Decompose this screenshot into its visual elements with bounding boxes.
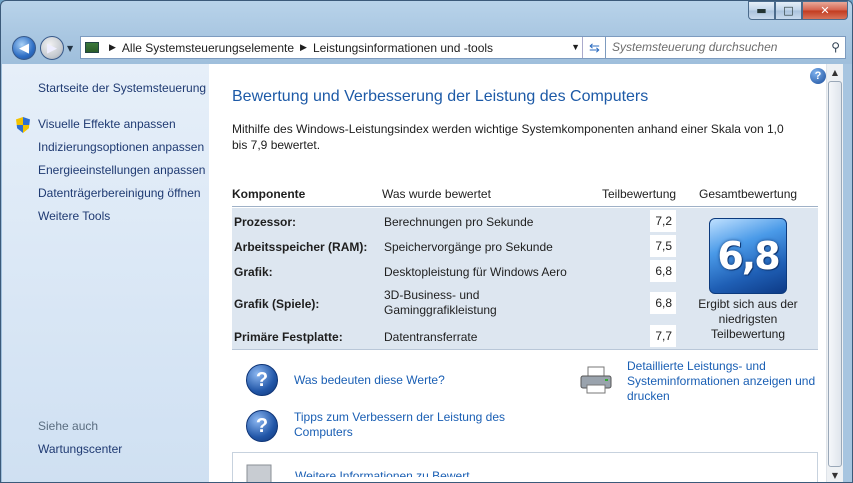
header-component: Komponente (232, 187, 306, 201)
sidebar-item-visual-effects[interactable]: Visuelle Effekte anpassen (38, 117, 176, 131)
help-icon[interactable]: ? (810, 68, 826, 84)
minimize-button[interactable]: ▬ (748, 1, 775, 20)
table-header: Komponente Was wurde bewertet Teilbewert… (232, 178, 818, 207)
refresh-icon: ⇆ (589, 39, 600, 55)
see-also-heading: Siehe auch (38, 419, 99, 433)
row-component: Prozessor: (234, 215, 297, 229)
control-panel-icon (85, 42, 99, 53)
refresh-button[interactable]: ⇆ (582, 37, 606, 58)
row-what-line2: Gaminggrafikleistung (384, 303, 497, 317)
row-score: 6,8 (650, 260, 676, 282)
row-score: 7,7 (650, 325, 676, 347)
base-score-caption: Ergibt sich aus der niedrigsten Teilbewe… (698, 297, 798, 341)
sidebar: Startseite der Systemsteuerung Visuelle … (2, 64, 209, 482)
search-icon[interactable]: ⚲ (831, 40, 840, 54)
row-what: Berechnungen pro Sekunde (384, 215, 534, 229)
search-input[interactable]: Systemsteuerung durchsuchen ⚲ (605, 36, 846, 59)
scroll-up-icon[interactable]: ▲ (827, 64, 843, 81)
row-what: Speichervorgänge pro Sekunde (384, 240, 553, 254)
vertical-scrollbar[interactable]: ▲ ▼ (826, 64, 843, 482)
breadcrumb-separator-icon[interactable]: ▶ (300, 42, 307, 53)
content-pane: ? Bewertung und Verbesserung der Leistun… (209, 64, 826, 482)
base-score-badge: 6,8 (709, 218, 787, 294)
scroll-down-icon[interactable]: ▼ (827, 467, 843, 482)
search-placeholder: Systemsteuerung durchsuchen (612, 40, 778, 54)
back-button[interactable]: ◀ (12, 36, 36, 60)
window: ▬ □ ✕ ◀ ▶ ▼ ▶ Alle Systemsteuerungseleme… (0, 0, 853, 483)
page-title: Bewertung und Verbesserung der Leistung … (232, 88, 649, 105)
scroll-thumb[interactable] (828, 81, 842, 467)
row-what: Desktopleistung für Windows Aero (384, 265, 567, 279)
row-score: 7,2 (650, 210, 676, 232)
row-what-line1: 3D-Business- und (384, 288, 480, 302)
question-icon: ? (246, 364, 278, 396)
address-bar[interactable]: ▶ Alle Systemsteuerungselemente ▶ Leistu… (80, 36, 607, 59)
breadcrumb-item-all-items[interactable]: Alle Systemsteuerungselemente (122, 41, 294, 55)
link-what-values-mean[interactable]: Was bedeuten diese Werte? (294, 373, 445, 388)
row-score: 6,8 (650, 292, 676, 314)
sidebar-item-indexing[interactable]: Indizierungsoptionen anpassen (38, 140, 204, 154)
partially-visible-section: Weitere Informationen zu Bewert... (232, 452, 818, 482)
sidebar-item-power[interactable]: Energieeinstellungen anpassen (38, 163, 205, 177)
close-button[interactable]: ✕ (802, 1, 848, 20)
row-score: 7,5 (650, 235, 676, 257)
row-component: Primäre Festplatte: (234, 330, 343, 344)
link-tips[interactable]: Tipps zum Verbessern der Leistung des Co… (294, 410, 524, 440)
printer-icon (580, 366, 612, 394)
question-icon: ? (246, 410, 278, 442)
row-component: Arbeitsspeicher (RAM): (234, 240, 368, 254)
row-component: Grafik: (234, 265, 273, 279)
sidebar-item-control-panel-home[interactable]: Startseite der Systemsteuerung (38, 81, 206, 95)
caption-buttons: ▬ □ ✕ (748, 1, 848, 20)
forward-arrow-icon: ▶ (47, 40, 57, 56)
row-component: Grafik (Spiele): (234, 297, 320, 311)
page-description: Mithilfe des Windows-Leistungsindex werd… (232, 122, 784, 152)
header-what: Was wurde bewertet (382, 187, 491, 201)
forward-button[interactable]: ▶ (40, 36, 64, 60)
sidebar-item-more-tools[interactable]: Weitere Tools (38, 209, 110, 223)
link-detailed-info[interactable]: Detaillierte Leistungs- und Systeminform… (627, 359, 822, 404)
history-dropdown-icon[interactable]: ▼ (67, 44, 73, 53)
address-dropdown-icon[interactable]: ▼ (571, 42, 580, 52)
maximize-button[interactable]: □ (775, 1, 802, 20)
breadcrumb-item-performance[interactable]: Leistungsinformationen und -tools (313, 41, 493, 55)
header-basescore: Gesamtbewertung (699, 187, 798, 201)
sidebar-item-disk-cleanup[interactable]: Datenträgerbereinigung öffnen (38, 186, 201, 200)
score-table: Prozessor: Berechnungen pro Sekunde 7,2 … (232, 208, 818, 350)
uac-shield-icon (16, 117, 30, 133)
header-subscore: Teilbewertung (602, 187, 677, 201)
sidebar-item-action-center[interactable]: Wartungscenter (38, 442, 122, 456)
breadcrumb-separator-icon[interactable]: ▶ (109, 42, 116, 53)
row-what: Datentransferrate (384, 330, 478, 344)
navigation-bar: ◀ ▶ ▼ ▶ Alle Systemsteuerungselemente ▶ … (9, 34, 846, 61)
window-frame-edge (843, 64, 852, 482)
link-more-info[interactable]: Weitere Informationen zu Bewert... (295, 469, 480, 477)
back-arrow-icon: ◀ (19, 40, 29, 56)
document-icon (246, 464, 272, 482)
